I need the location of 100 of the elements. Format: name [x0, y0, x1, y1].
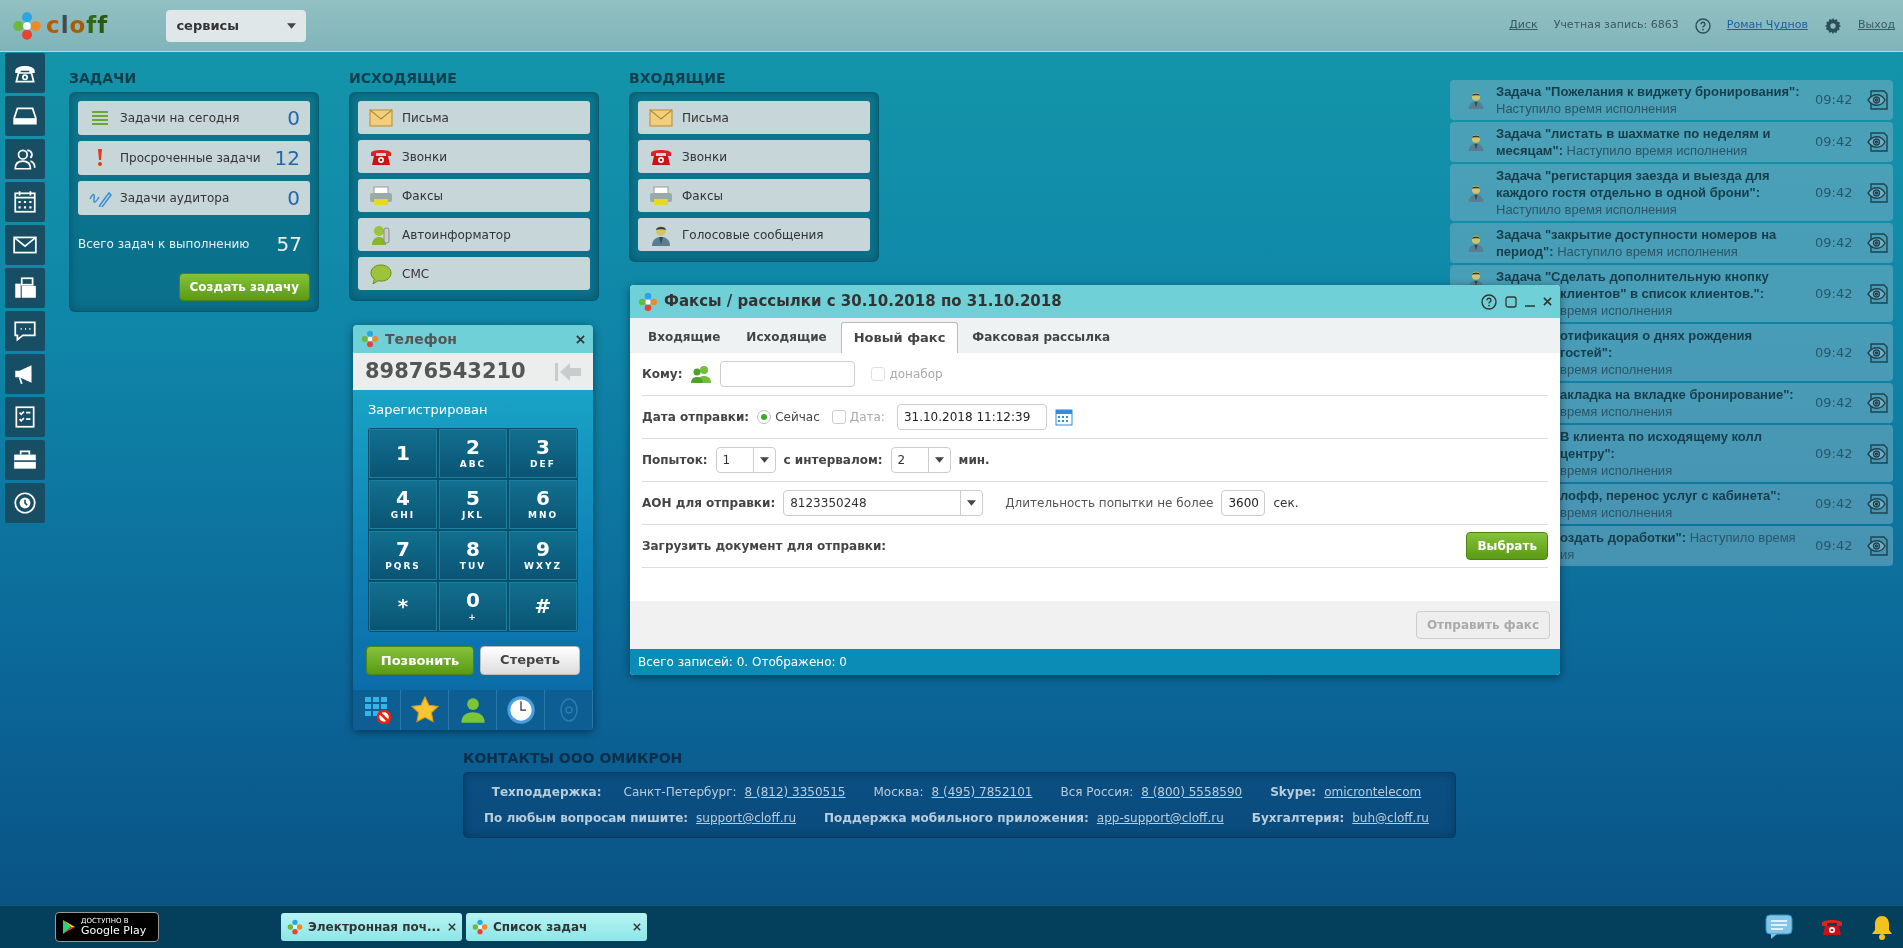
contact-link[interactable]: 8 (812) 3350515	[744, 783, 846, 801]
notification-time: 09:42	[1815, 444, 1854, 463]
tab[interactable]: Входящие	[636, 322, 733, 353]
caller-id-select[interactable]: 8123350248	[783, 489, 984, 516]
dial-key[interactable]: 6 MNO	[509, 479, 577, 529]
contact-label: Техподдержка:	[491, 784, 602, 801]
dial-key[interactable]: *	[369, 581, 437, 631]
attempts-select[interactable]: 1	[715, 446, 776, 473]
dial-key[interactable]: 7 PQRS	[369, 530, 437, 580]
menu-item[interactable]: СМС	[358, 257, 590, 290]
clear-button[interactable]: Стереть	[480, 645, 580, 675]
notification-text: время исполнения	[1560, 403, 1674, 420]
notification-text: акладка на вкладке бронирование":	[1560, 386, 1795, 403]
section-heading: ИСХОДЯЩИЕ	[349, 69, 458, 88]
notification-time: 09:42	[1815, 537, 1854, 556]
tab[interactable]: Новый факс	[840, 322, 959, 353]
contact-link[interactable]: support@cloff.ru	[696, 809, 797, 827]
menu-item[interactable]: Звонки	[358, 140, 590, 173]
field-label: АОН для отправки:	[642, 494, 776, 512]
field-label: с интервалом:	[783, 451, 883, 469]
status-bar: Всего записей: 0. Отображено: 0	[630, 649, 1560, 675]
notification-text: клиентов" в список клиентов.":	[1560, 285, 1766, 302]
notification-text: лофф, перенос услуг с кабинета":	[1560, 487, 1782, 504]
notification-time: 09:42	[1815, 234, 1854, 253]
notification-text: ия	[1560, 546, 1576, 563]
menu-item[interactable]: Письма	[638, 101, 870, 134]
notification-time: 09:42	[1815, 284, 1854, 303]
task-item[interactable]: Просроченные задачи 12	[78, 141, 310, 175]
window-title: Факсы / рассылки с 30.10.2018 по 31.10.2018	[664, 291, 1062, 313]
services-dropdown[interactable]: сервисы	[166, 9, 307, 42]
contact-link[interactable]: 8 (495) 7852101	[931, 783, 1033, 801]
notification-time: 09:42	[1815, 183, 1854, 202]
total-label: Всего задач к выполнению	[78, 236, 250, 253]
logout-link[interactable]: Выход	[1857, 17, 1895, 34]
notification-text: время исполнения	[1560, 302, 1674, 319]
dial-key[interactable]: 1	[369, 428, 437, 478]
contact-city: Санкт-Петербург:	[623, 784, 737, 801]
taskbar-tab[interactable]: Список задач	[466, 913, 647, 941]
taskbar-tab[interactable]: Электронная поч...	[281, 913, 462, 941]
menu-item[interactable]: Звонки	[638, 140, 870, 173]
dial-key[interactable]: #	[509, 581, 577, 631]
notification-text: оздать доработки": Наступило время	[1560, 529, 1797, 546]
dial-key[interactable]: 3 DEF	[509, 428, 577, 478]
notification-text: Задача "закрытие доступности номеров на период": Наступило время исполнения	[1496, 226, 1778, 260]
dial-key[interactable]: 8 TUV	[439, 530, 507, 580]
contact-link[interactable]: 8 (800) 5558590	[1141, 783, 1243, 801]
contact-label: Skype:	[1270, 784, 1317, 801]
contact-link[interactable]: app-support@cloff.ru	[1096, 809, 1224, 827]
notification-time: 09:42	[1815, 133, 1854, 152]
unit-label: сек.	[1273, 494, 1299, 512]
dial-key[interactable]: 9 WXYZ	[509, 530, 577, 580]
contact-city: Москва:	[873, 784, 924, 801]
logo: cloff	[46, 11, 109, 41]
contact-link[interactable]: omicrontelecom	[1324, 783, 1422, 801]
task-count: 12	[274, 145, 300, 172]
field-label: Загрузить документ для отправки:	[642, 537, 887, 555]
notification-text: Задача "листать в шахматке по неделям и месяцам": Наступило время исполнения	[1496, 125, 1772, 159]
notification-text: В клиента по исходящему колл центру":	[1560, 428, 1763, 462]
notification-text: время исполнения	[1560, 361, 1674, 378]
menu-item[interactable]: Голосовые сообщения	[638, 218, 870, 251]
date-field[interactable]: 31.10.2018 11:12:39	[896, 403, 1047, 430]
task-item[interactable]: Задачи аудитора 0	[78, 181, 310, 215]
notification-text: Задача "регистарция заезда и выезда для каждого гостя отдельно в одной брони": Наступило время исполнения	[1496, 167, 1771, 218]
option-label: Сейчас	[775, 408, 820, 426]
field-label: Длительность попытки не более	[1005, 494, 1214, 512]
field-label: Дата отправки:	[642, 408, 750, 426]
interval-select[interactable]: 2	[890, 446, 951, 473]
menu-item[interactable]: Письма	[358, 101, 590, 134]
field-label: Попыток:	[642, 451, 708, 469]
total-count: 57	[276, 231, 302, 258]
duration-field[interactable]: 3600	[1221, 489, 1266, 516]
task-count: 0	[287, 105, 300, 132]
notification-time: 09:42	[1815, 343, 1854, 362]
dial-key[interactable]: 4 GHI	[369, 479, 437, 529]
notification-time: 09:42	[1815, 394, 1854, 413]
number-field[interactable]: 89876543210	[353, 353, 593, 390]
menu-item[interactable]: Факсы	[358, 179, 590, 212]
contact-city: Вся Россия:	[1060, 784, 1134, 801]
section-heading: ЗАДАЧИ	[69, 69, 138, 88]
checkbox-label: донабор	[889, 365, 943, 383]
menu-item[interactable]: Факсы	[638, 179, 870, 212]
dial-key[interactable]: 5 JKL	[439, 479, 507, 529]
disk-link[interactable]: Диск	[1509, 17, 1538, 34]
tab[interactable]: Факсовая рассылка	[960, 322, 1123, 353]
dial-key[interactable]: 2 ABC	[439, 428, 507, 478]
notification-time: 09:42	[1815, 495, 1854, 514]
menu-item[interactable]: Автоинформатор	[358, 218, 590, 251]
window-title: Телефон	[385, 329, 457, 349]
contact-label: По любым вопросам пишите:	[484, 810, 689, 827]
section-heading: КОНТАКТЫ ООО ОМИКРОН	[463, 749, 684, 768]
field-label: Кому:	[642, 365, 683, 383]
task-item[interactable]: Задачи на сегодня 0	[78, 101, 310, 135]
contact-link[interactable]: buh@cloff.ru	[1352, 809, 1429, 827]
notification-text: время исполнения	[1560, 462, 1674, 479]
tab[interactable]: Исходящие	[734, 322, 839, 353]
task-count: 0	[287, 185, 300, 212]
section-heading: ВХОДЯЩИЕ	[629, 69, 727, 88]
notification-text: Задача "Пожелания к виджету бронирования": Наступило время исполнения	[1496, 83, 1801, 117]
account-number: Учетная запись: 6863	[1553, 17, 1679, 34]
dial-key[interactable]: 0 +	[439, 581, 507, 631]
